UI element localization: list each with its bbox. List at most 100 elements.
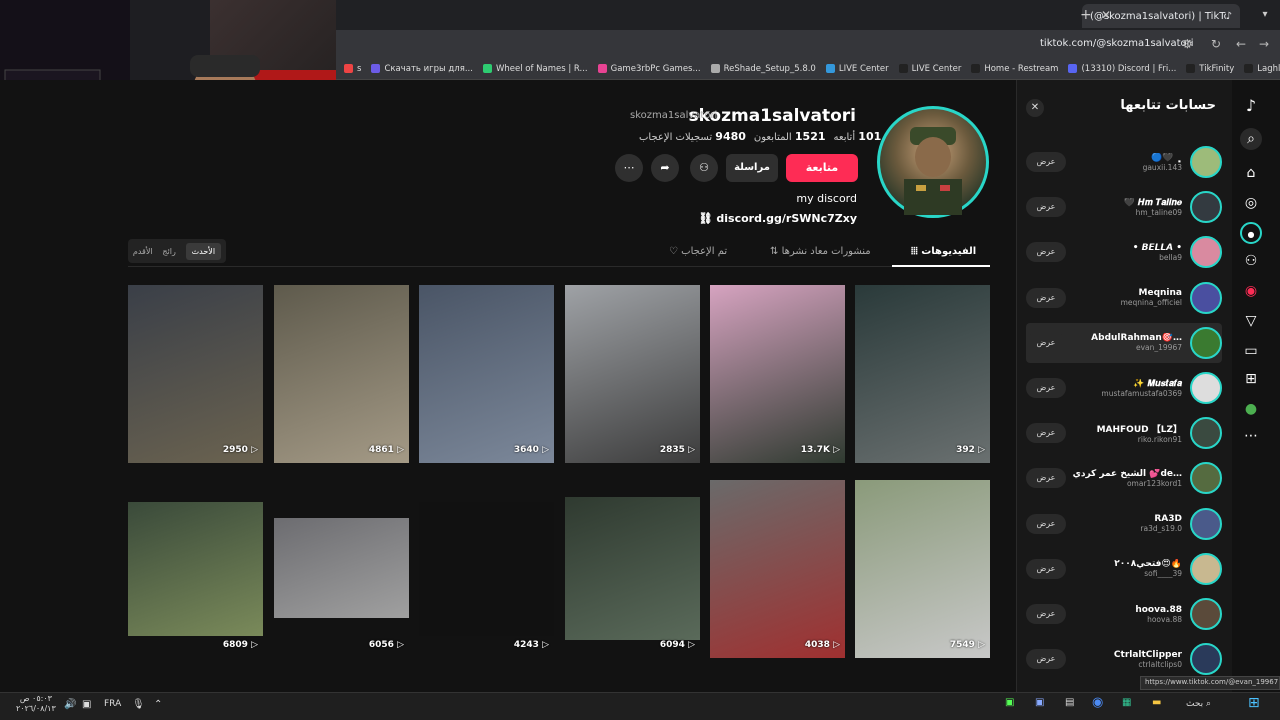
view-button[interactable]: عرض (1026, 287, 1066, 308)
view-button[interactable]: عرض (1026, 332, 1066, 353)
more-icon[interactable]: ⋯ (1240, 425, 1262, 447)
address-bar[interactable]: tiktok.com/@skozma1salvatori (1040, 38, 1194, 49)
view-button[interactable]: عرض (1026, 558, 1066, 579)
messages-icon[interactable]: ▭ (1240, 340, 1262, 362)
view-button[interactable]: عرض (1026, 242, 1066, 263)
tab-liked[interactable]: ♡ تم الإعجاب (669, 246, 727, 257)
account-avatar[interactable] (1190, 146, 1222, 178)
account-avatar[interactable] (1190, 236, 1222, 269)
view-button[interactable]: عرض (1026, 152, 1066, 172)
view-button[interactable]: عرض (1026, 604, 1066, 624)
bookmark-item[interactable]: LIVE Center (825, 64, 889, 74)
video-thumbnail[interactable] (128, 502, 263, 636)
account-avatar[interactable] (1190, 191, 1222, 224)
account-name[interactable]: 🔵🖤 ﮼ (1066, 153, 1182, 163)
account-avatar[interactable] (1190, 552, 1222, 585)
live-icon[interactable]: ◉ (1240, 280, 1262, 302)
account-avatar[interactable] (1190, 417, 1222, 450)
new-tab-icon[interactable]: + (1080, 7, 1092, 23)
bookmark-item[interactable]: Скачать игры для... (371, 64, 473, 74)
account-avatar[interactable] (1190, 643, 1222, 676)
bookmark-item[interactable]: (13310) Discord | Fri... (1068, 64, 1176, 74)
bookmark-item[interactable]: s (344, 64, 361, 74)
account-avatar[interactable] (1190, 598, 1222, 630)
network-icon[interactable]: ▣ (82, 699, 91, 710)
account-name[interactable]: فتحي٢٠٠٨😍🔥 (1066, 559, 1182, 569)
video-thumbnail[interactable] (855, 480, 990, 658)
bookmark-item[interactable]: LIVE Center (898, 64, 961, 74)
tab-reposts[interactable]: ⇅ منشورات معاد نشرها (770, 246, 871, 257)
following-row[interactable]: عرض ✨ 𝑴𝒖𝒔𝒕𝒂𝒇𝒂 mustafamustafa0369 (1026, 368, 1222, 408)
activity-icon[interactable]: ▽ (1240, 310, 1262, 332)
bookmark-item[interactable]: Home - Restream (971, 64, 1058, 74)
account-name[interactable]: • 𝘽𝙀𝙇𝙇𝘼 • (1066, 243, 1182, 253)
bookmark-item[interactable]: TikFinity (1186, 64, 1234, 74)
following-row[interactable]: عرض AbdulRahman🎯… evan_19967 (1026, 322, 1222, 363)
folder-icon[interactable]: ▬ (1152, 697, 1161, 708)
tab-videos[interactable]: ⦙⦙⦙ الفيديوهات (911, 246, 976, 257)
add-friend-icon[interactable]: ⚇ (690, 154, 718, 182)
bookmark-item[interactable]: Wheel of Names | R... (482, 64, 588, 74)
account-name[interactable]: ✨ 𝑴𝒖𝒔𝒕𝒂𝒇𝒂 (1066, 379, 1182, 389)
volume-icon[interactable]: 🔊 (64, 699, 76, 710)
following-row[interactable]: عرض فتحي٢٠٠٨😍🔥 sofi____39 (1026, 549, 1222, 589)
friends-icon[interactable]: ⚇ (1240, 250, 1262, 272)
chrome-icon[interactable]: ◉ (1092, 695, 1103, 710)
search-icon[interactable]: ⌕ (1240, 128, 1262, 150)
profile-link[interactable]: ⛓ discord.gg/rSWNc7Zxy (699, 212, 857, 225)
following-row[interactable]: عرض RA3D ra3d_s19.0 (1026, 504, 1222, 544)
store-icon[interactable]: ▦ (1122, 697, 1131, 708)
following-avatar-icon[interactable]: ● (1240, 222, 1262, 244)
explore-icon[interactable]: ◎ (1240, 192, 1262, 214)
video-thumbnail[interactable] (419, 502, 554, 636)
forward-icon[interactable]: → (1259, 37, 1269, 51)
app-icon-3[interactable]: ▤ (1065, 697, 1074, 708)
view-button[interactable]: عرض (1026, 513, 1066, 534)
following-row[interactable]: عرض 🖤 𝑯𝒎 𝑻𝒂𝒍𝒊𝒏𝒆 hm_taline09 (1026, 187, 1222, 227)
tiktok-logo-icon[interactable]: ♪ (1240, 95, 1262, 117)
account-avatar[interactable] (1190, 372, 1222, 404)
view-button[interactable]: عرض (1026, 378, 1066, 398)
account-name[interactable]: 🖤 𝑯𝒎 𝑻𝒂𝒍𝒊𝒏𝒆 (1066, 198, 1182, 208)
account-name[interactable]: MAHFOUD 【LZ】 (1066, 422, 1182, 435)
windows-start-icon[interactable]: ⊞ (1248, 695, 1260, 711)
account-name[interactable]: Meqnina (1066, 288, 1182, 298)
language-indicator[interactable]: FRA (104, 699, 121, 709)
followers-stat[interactable]: 1521 المتابعون (754, 130, 826, 143)
share-icon[interactable]: ➦ (651, 154, 679, 182)
follow-button[interactable]: متابعة (786, 154, 858, 182)
sort-popular[interactable]: رائج (162, 247, 175, 256)
account-avatar[interactable] (1190, 462, 1222, 495)
close-icon[interactable]: ✕ (1026, 99, 1044, 117)
account-name[interactable]: RA3D (1066, 514, 1182, 524)
app-icon-1[interactable]: ▣ (1005, 697, 1014, 708)
account-name[interactable]: CtrlaltClipper (1066, 650, 1182, 660)
video-thumbnail[interactable] (274, 518, 409, 618)
microphone-icon[interactable]: 🎙 (132, 699, 145, 710)
bookmark-item[interactable]: Laghlid_Soufi (+99) (1244, 64, 1280, 74)
video-thumbnail[interactable] (565, 285, 700, 463)
tab-close-icon[interactable]: ✕ (1101, 8, 1111, 22)
reload-icon[interactable]: ↻ (1211, 37, 1221, 51)
video-thumbnail[interactable] (855, 285, 990, 463)
more-options-icon[interactable]: ⋯ (615, 154, 643, 182)
video-thumbnail[interactable] (419, 285, 554, 463)
following-stat[interactable]: 101 أتابعه (834, 130, 882, 143)
bookmark-item[interactable]: Game3rbPc Games... (597, 64, 701, 74)
following-row[interactable]: عرض CtrlaltClipper ctrlaltclips0 (1026, 639, 1222, 679)
profile-avatar-icon[interactable]: ● (1240, 398, 1262, 420)
video-thumbnail[interactable] (710, 480, 845, 658)
view-button[interactable]: عرض (1026, 468, 1066, 489)
video-thumbnail[interactable] (128, 285, 263, 463)
view-button[interactable]: عرض (1026, 649, 1066, 670)
following-row[interactable]: عرض Meqnina meqnina_officiel (1026, 278, 1222, 318)
sort-oldest[interactable]: الأقدم (133, 247, 153, 256)
tray-chevron-icon[interactable]: ⌃ (154, 699, 162, 710)
following-row[interactable]: عرض • 𝘽𝙀𝙇𝙇𝘼 • bella9 (1026, 232, 1222, 272)
profile-avatar[interactable] (877, 106, 989, 218)
upload-icon[interactable]: ⊞ (1240, 368, 1262, 390)
video-thumbnail[interactable] (274, 285, 409, 463)
following-row[interactable]: عرض الشيخ عمر كردي 💕de… omar123kord1 (1026, 458, 1222, 498)
following-row[interactable]: عرض 🔵🖤 ﮼ gauxii.143 (1026, 142, 1222, 182)
account-name[interactable]: hoova.88 (1066, 605, 1182, 615)
